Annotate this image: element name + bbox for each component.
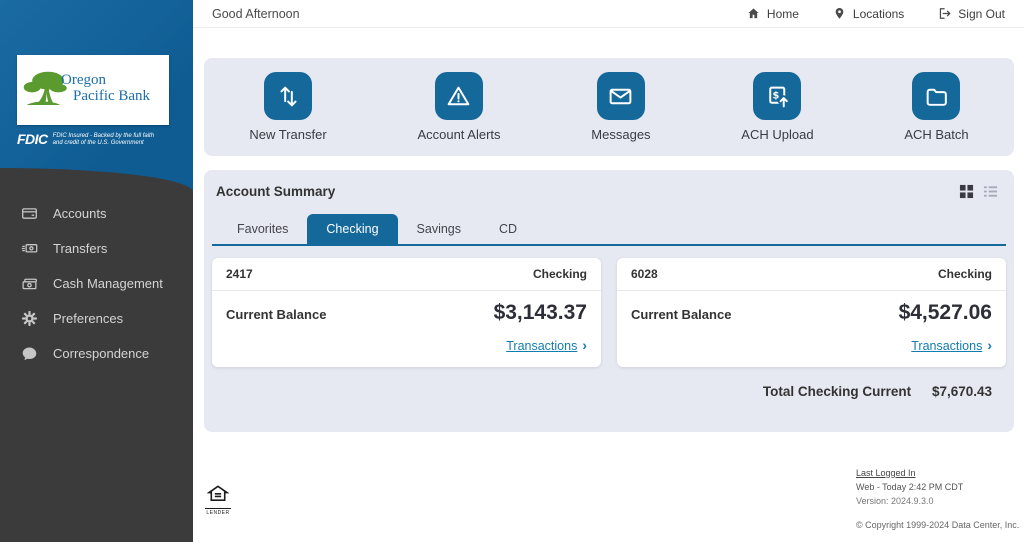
quick-action-label: ACH Batch: [904, 127, 968, 142]
tab-checking[interactable]: Checking: [307, 214, 397, 244]
quick-action-label: Messages: [591, 127, 650, 142]
version-info: Version: 2024.9.3.0: [856, 494, 1014, 508]
balance-value: $4,527.06: [899, 301, 992, 325]
quick-action-messages[interactable]: Messages: [591, 72, 650, 142]
quick-action-ach-batch[interactable]: ACH Batch: [904, 72, 968, 142]
sidebar-item-label: Correspondence: [53, 346, 149, 361]
sidebar-item-label: Transfers: [53, 241, 107, 256]
account-card: 2417 Checking Current Balance $3,143.37 …: [212, 258, 601, 367]
greeting-text: Good Afternoon: [212, 7, 300, 21]
cash-management-icon: [21, 275, 38, 292]
account-number: 6028: [631, 267, 658, 281]
main-content: Good Afternoon Home Locations: [193, 0, 1024, 542]
sidebar-item-preferences[interactable]: Preferences: [0, 301, 193, 336]
account-card-header: 6028 Checking: [617, 258, 1006, 291]
alert-triangle-icon: [435, 72, 483, 120]
equal-housing-label: LENDER: [205, 508, 231, 516]
sign-out-link[interactable]: Sign Out: [938, 7, 1005, 21]
fdic-text: FDIC Insured - Backed by the full faith …: [53, 131, 161, 147]
account-type: Checking: [938, 267, 992, 281]
sidebar-item-transfers[interactable]: Transfers: [0, 231, 193, 266]
account-number: 2417: [226, 267, 253, 281]
account-card-body: Current Balance $4,527.06 Transactions›: [617, 291, 1006, 367]
account-card-body: Current Balance $3,143.37 Transactions›: [212, 291, 601, 367]
location-pin-icon: [833, 7, 846, 20]
transactions-link[interactable]: Transactions›: [506, 339, 587, 353]
account-type-tabs: Favorites Checking Savings CD: [212, 214, 1006, 246]
fdic-logo: FDIC: [17, 131, 48, 147]
list-view-icon[interactable]: [983, 184, 998, 199]
quick-action-label: Account Alerts: [417, 127, 500, 142]
topbar-links: Home Locations Sign Out: [747, 7, 1005, 21]
correspondence-icon: [21, 345, 38, 362]
sidebar-item-accounts[interactable]: Accounts: [0, 196, 193, 231]
quick-action-ach-upload[interactable]: $ ACH Upload: [741, 72, 813, 142]
tab-cd[interactable]: CD: [480, 214, 536, 244]
equal-housing-icon: [207, 485, 229, 502]
folder-icon: [912, 72, 960, 120]
account-cards: 2417 Checking Current Balance $3,143.37 …: [212, 258, 1006, 367]
total-value: $7,670.43: [932, 384, 992, 399]
ach-upload-icon: $: [753, 72, 801, 120]
sign-out-icon: [938, 7, 951, 20]
bank-logo[interactable]: Oregon Pacific Bank: [17, 55, 169, 125]
tab-favorites[interactable]: Favorites: [218, 214, 307, 244]
sidebar-item-cash-management[interactable]: Cash Management: [0, 266, 193, 301]
balance-label: Current Balance: [631, 301, 731, 322]
sidebar: Oregon Pacific Bank FDIC FDIC Insured - …: [0, 0, 193, 542]
preferences-icon: [21, 310, 38, 327]
account-type: Checking: [533, 267, 587, 281]
chevron-right-icon: ›: [582, 337, 587, 353]
account-summary-header: Account Summary: [212, 184, 1006, 199]
equal-housing-lender-logo: LENDER: [205, 485, 231, 516]
account-summary-panel: Account Summary Favorites Checking Savin…: [204, 170, 1014, 432]
quick-action-label: ACH Upload: [741, 127, 813, 142]
account-summary-title: Account Summary: [216, 184, 335, 199]
sidebar-item-label: Cash Management: [53, 276, 163, 291]
sidebar-menu: Accounts Transfers Cash Management: [0, 168, 193, 542]
grid-view-icon[interactable]: [959, 184, 974, 199]
last-logged-in-link[interactable]: Last Logged In: [856, 466, 916, 480]
sidebar-item-correspondence[interactable]: Correspondence: [0, 336, 193, 371]
home-link[interactable]: Home: [747, 7, 799, 21]
transfer-arrows-icon: [264, 72, 312, 120]
envelope-icon: [597, 72, 645, 120]
bank-name: Oregon Pacific Bank: [61, 72, 150, 104]
session-details: Last Logged In Web - Today 2:42 PM CDT V…: [856, 466, 1014, 532]
transactions-link[interactable]: Transactions›: [911, 339, 992, 353]
session-info: Web - Today 2:42 PM CDT: [856, 480, 1014, 494]
quick-action-account-alerts[interactable]: Account Alerts: [417, 72, 500, 142]
locations-link[interactable]: Locations: [833, 7, 904, 21]
sidebar-item-label: Accounts: [53, 206, 106, 221]
copyright-text: © Copyright 1999-2024 Data Center, Inc.: [856, 518, 1014, 532]
quick-actions-panel: New Transfer Account Alerts Messages: [204, 58, 1014, 156]
account-card-header: 2417 Checking: [212, 258, 601, 291]
quick-action-new-transfer[interactable]: New Transfer: [249, 72, 326, 142]
topbar: Good Afternoon Home Locations: [193, 0, 1024, 28]
quick-action-label: New Transfer: [249, 127, 326, 142]
view-toggle: [959, 184, 998, 199]
balance-label: Current Balance: [226, 301, 326, 322]
accounts-icon: [21, 205, 38, 222]
balance-value: $3,143.37: [494, 301, 587, 325]
account-card: 6028 Checking Current Balance $4,527.06 …: [617, 258, 1006, 367]
footer: LENDER Last Logged In Web - Today 2:42 P…: [193, 432, 1024, 542]
sidebar-brand-area: Oregon Pacific Bank FDIC FDIC Insured - …: [0, 0, 193, 192]
total-label: Total Checking Current: [763, 384, 911, 399]
home-icon: [747, 7, 760, 20]
sidebar-item-label: Preferences: [53, 311, 123, 326]
chevron-right-icon: ›: [987, 337, 992, 353]
total-row: Total Checking Current $7,670.43: [212, 367, 1006, 399]
transfers-icon: [21, 240, 38, 257]
tab-savings[interactable]: Savings: [398, 214, 480, 244]
fdic-notice: FDIC FDIC Insured - Backed by the full f…: [17, 131, 177, 147]
